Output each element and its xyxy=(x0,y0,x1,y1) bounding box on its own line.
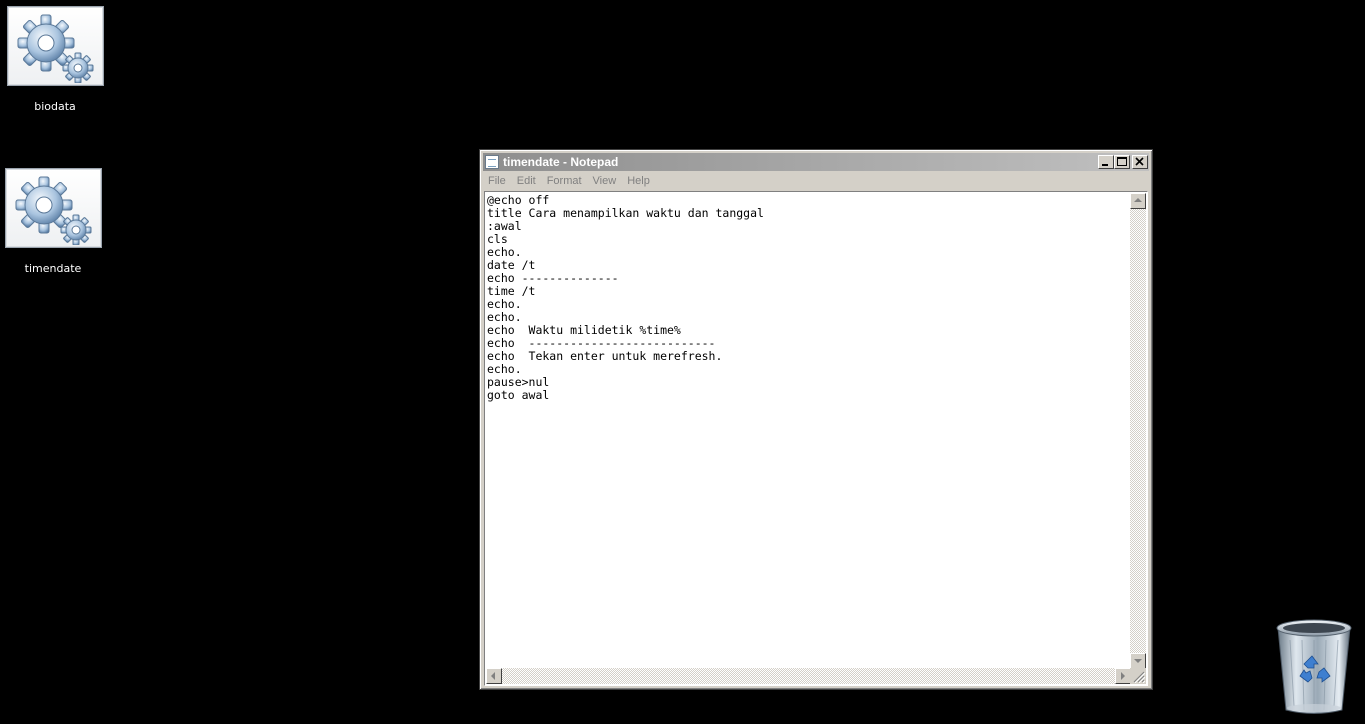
menu-format[interactable]: Format xyxy=(542,175,587,187)
menu-bar: File Edit Format View Help xyxy=(483,172,1149,190)
close-icon xyxy=(1135,157,1144,166)
menu-help[interactable]: Help xyxy=(622,175,655,187)
desktop-icon-label: biodata xyxy=(34,100,76,113)
menu-file[interactable]: File xyxy=(483,175,511,187)
maximize-button[interactable] xyxy=(1114,155,1130,169)
minimize-icon xyxy=(1102,164,1108,166)
horizontal-scrollbar[interactable] xyxy=(486,668,1131,684)
resize-grip-icon[interactable] xyxy=(1130,668,1146,684)
maximize-icon xyxy=(1117,157,1127,166)
settings-gears-icon xyxy=(4,168,102,248)
desktop-icon-timendate[interactable]: timendate xyxy=(3,168,103,275)
recycle-bin-icon[interactable] xyxy=(1272,618,1356,718)
notepad-icon[interactable] xyxy=(485,155,499,169)
text-editor[interactable]: @echo off title Cara menampilkan waktu d… xyxy=(486,193,1131,669)
vertical-scrollbar[interactable] xyxy=(1130,193,1146,669)
close-button[interactable] xyxy=(1132,155,1148,169)
scroll-up-icon[interactable] xyxy=(1130,193,1146,209)
editor-frame: @echo off title Cara menampilkan waktu d… xyxy=(484,191,1148,686)
window-title: timendate - Notepad xyxy=(503,155,619,169)
scroll-left-icon[interactable] xyxy=(486,668,502,684)
desktop: biodata timendate timendate - Notepad Fi… xyxy=(0,0,1365,724)
notepad-window[interactable]: timendate - Notepad File Edit Format Vie… xyxy=(479,149,1153,690)
desktop-icon-label: timendate xyxy=(24,262,82,275)
scroll-down-icon[interactable] xyxy=(1130,653,1146,669)
desktop-icon-biodata[interactable]: biodata xyxy=(5,6,105,113)
menu-view[interactable]: View xyxy=(588,175,622,187)
title-bar[interactable]: timendate - Notepad xyxy=(483,153,1149,171)
menu-edit[interactable]: Edit xyxy=(512,175,541,187)
minimize-button[interactable] xyxy=(1098,155,1114,169)
editor-content[interactable]: @echo off title Cara menampilkan waktu d… xyxy=(486,193,1131,402)
scroll-right-icon[interactable] xyxy=(1115,668,1131,684)
settings-gears-icon xyxy=(6,6,104,86)
